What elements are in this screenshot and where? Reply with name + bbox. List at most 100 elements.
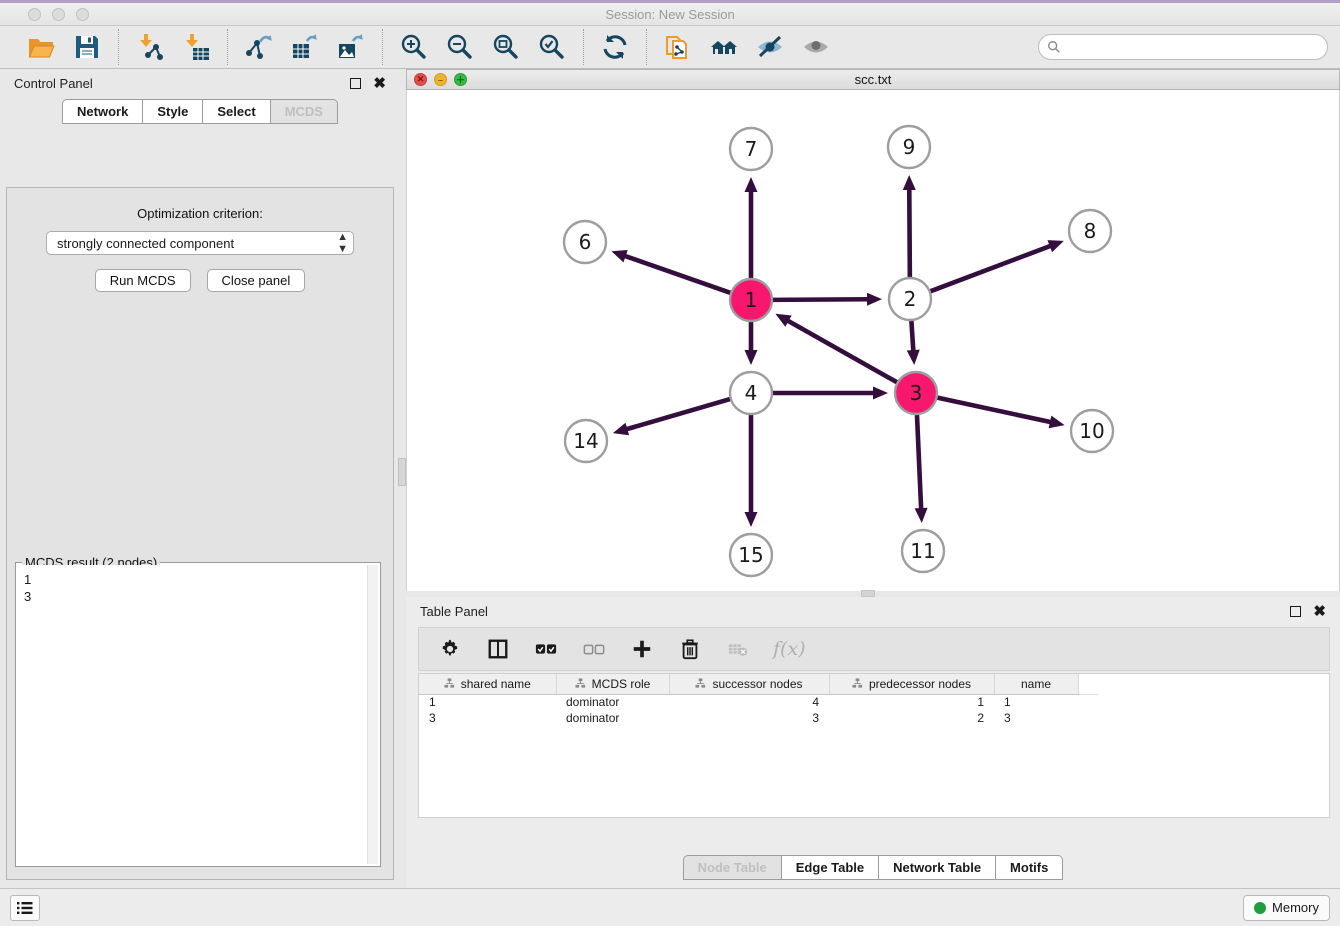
table-cell[interactable]: 3 [994,710,1078,726]
graph-node-11[interactable]: 11 [902,530,944,572]
network-close-button[interactable]: ✕ [414,73,427,86]
tab-network-table[interactable]: Network Table [878,855,995,880]
graph-edge-4-14[interactable] [613,399,732,436]
vertical-splitter-handle[interactable] [398,458,406,486]
delete-column-button[interactable] [677,636,703,662]
node-table[interactable]: shared nameMCDS rolesuccessor nodesprede… [418,673,1330,818]
tab-network[interactable]: Network [62,99,142,124]
tab-select[interactable]: Select [202,99,269,124]
network-maximize-button[interactable]: ＋ [454,73,467,86]
network-window-titlebar[interactable]: ✕ – ＋ scc.txt [406,69,1340,90]
table-cell[interactable]: dominator [556,710,669,726]
float-table-panel-icon[interactable] [1290,606,1301,617]
network-from-selection-button[interactable] [662,31,694,63]
hide-selected-button[interactable] [754,31,786,63]
network-minimize-button[interactable]: – [434,73,447,86]
show-task-history-button[interactable] [10,895,40,921]
search-input[interactable] [1066,37,1327,57]
zoom-in-button[interactable] [398,31,430,63]
graph-node-2[interactable]: 2 [889,278,931,320]
table-cell[interactable]: dominator [556,694,669,710]
mcds-result-list[interactable]: 13 [18,565,366,864]
tab-node-table[interactable]: Node Table [683,855,781,880]
column-header-predecessor-nodes[interactable]: predecessor nodes [829,674,994,694]
graph-edge-3-11[interactable] [915,413,928,523]
tab-motifs[interactable]: Motifs [995,855,1063,880]
table-cell[interactable]: 2 [829,710,994,726]
zoom-window-button[interactable] [76,8,89,21]
graph-edge-3-10[interactable] [936,397,1065,428]
table-cell[interactable]: 1 [829,694,994,710]
float-panel-icon[interactable] [350,78,361,89]
zoom-out-button[interactable] [444,31,476,63]
zoom-selected-button[interactable] [536,31,568,63]
search-box[interactable] [1038,34,1328,60]
first-neighbors-button[interactable] [708,31,740,63]
column-header-MCDS-role[interactable]: MCDS role [556,674,669,694]
import-network-button[interactable] [134,31,166,63]
tab-edge-table[interactable]: Edge Table [781,855,878,880]
show-all-button[interactable] [800,31,832,63]
graph-edge-1-4[interactable] [745,320,758,365]
node-label: 4 [745,381,758,405]
zoom-fit-button[interactable] [490,31,522,63]
graph-edge-1-2[interactable] [771,293,882,306]
graph-edge-3-1[interactable] [775,314,898,383]
minimize-window-button[interactable] [52,8,65,21]
new-network-from-selection-icon [663,32,693,62]
graph-node-9[interactable]: 9 [888,126,930,168]
apply-layout-button[interactable] [599,31,631,63]
graph-edge-4-15[interactable] [745,413,758,527]
graph-edge-2-3[interactable] [907,319,920,365]
import-table-button[interactable] [180,31,212,63]
network-canvas[interactable]: 7 9 6 8 1 2 4 3 14 10 15 11 [406,90,1340,591]
graph-node-10[interactable]: 10 [1071,410,1113,452]
column-header-shared-name[interactable]: shared name [419,674,556,694]
criterion-dropdown[interactable]: strongly connected component ▲▼ [46,231,354,255]
table-cell[interactable]: 3 [669,710,829,726]
graph-node-1[interactable]: 1 [730,279,772,321]
graph-node-7[interactable]: 7 [730,128,772,170]
graph-edge-1-6[interactable] [611,250,732,293]
table-settings-button[interactable] [437,636,463,662]
graph-node-14[interactable]: 14 [565,420,607,462]
graph-node-15[interactable]: 15 [730,534,772,576]
table-cell[interactable]: 1 [994,694,1078,710]
table-row[interactable]: 1dominator411 [419,694,1098,710]
graph-node-3[interactable]: 3 [895,372,937,414]
show-column-button[interactable] [485,636,511,662]
tab-mcds[interactable]: MCDS [270,99,338,124]
graph-edge-4-3[interactable] [771,387,888,400]
result-scrollbar[interactable] [367,565,378,864]
memory-button[interactable]: Memory [1243,895,1330,921]
graph-node-4[interactable]: 4 [730,372,772,414]
save-session-button[interactable] [71,31,103,63]
export-network-button[interactable] [243,31,275,63]
graph-node-8[interactable]: 8 [1069,210,1111,252]
graph-edge-1-7[interactable] [745,177,758,280]
canvas-splitter-handle[interactable] [861,590,875,597]
graph-edge-2-8[interactable] [929,240,1064,292]
unselect-all-columns-button[interactable] [581,636,607,662]
export-table-button[interactable] [289,31,321,63]
column-header-name[interactable]: name [994,674,1078,694]
close-panel-icon[interactable]: ✖ [373,78,386,89]
export-image-button[interactable] [335,31,367,63]
close-panel-button[interactable]: Close panel [207,269,306,292]
tab-style[interactable]: Style [142,99,202,124]
graph-node-6[interactable]: 6 [564,221,606,263]
table-cell[interactable]: 3 [419,710,556,726]
graph-edge-2-9[interactable] [903,175,916,279]
run-mcds-button[interactable]: Run MCDS [95,269,191,292]
table-cell[interactable]: 1 [419,694,556,710]
close-window-button[interactable] [28,8,41,21]
network-graph[interactable]: 7 9 6 8 1 2 4 3 14 10 15 11 [407,90,1339,591]
close-table-panel-icon[interactable]: ✖ [1313,606,1326,617]
column-header-successor-nodes[interactable]: successor nodes [669,674,829,694]
table-row[interactable]: 3dominator323 [419,710,1098,726]
table-cell[interactable]: 4 [669,694,829,710]
open-session-button[interactable] [25,31,57,63]
window-traffic-lights[interactable] [28,8,89,21]
select-all-columns-button[interactable] [533,636,559,662]
create-column-button[interactable] [629,636,655,662]
